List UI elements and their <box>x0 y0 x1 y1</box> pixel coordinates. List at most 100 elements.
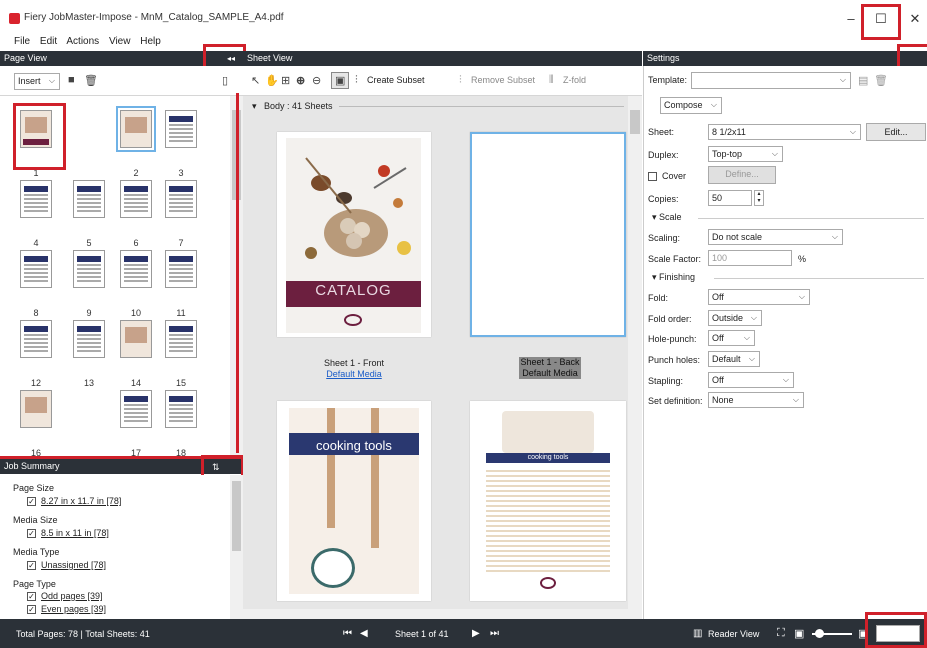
display-mode-icon[interactable]: ▣ <box>331 72 350 89</box>
fold-order-dropdown[interactable]: Outside ⌵ <box>708 310 762 326</box>
sheet-back-media[interactable]: Default Media <box>519 368 581 379</box>
summary-value[interactable]: Odd pages [39] <box>41 591 103 601</box>
set-definition-dropdown[interactable]: None ⌵ <box>708 392 804 408</box>
page-thumbnail[interactable] <box>165 250 197 288</box>
hole-punch-dropdown[interactable]: Off ⌵ <box>708 330 755 346</box>
page-thumbnail[interactable] <box>20 180 52 218</box>
remove-subset-icon[interactable]: ⫶ <box>459 74 462 87</box>
edit-button[interactable]: Edit... <box>866 123 926 141</box>
pointer-icon[interactable]: ↖ <box>251 74 260 87</box>
page-thumbnail[interactable] <box>73 250 105 288</box>
fit-page-icon[interactable]: ⛶ <box>777 627 785 640</box>
copies-stepper[interactable]: ▴ ▾ <box>754 190 764 206</box>
compose-dropdown[interactable]: Compose ⌵ <box>660 97 722 114</box>
body-expand-icon[interactable]: ▾ <box>252 101 257 112</box>
summary-row[interactable]: ✓ 8.27 in x 11.7 in [78] <box>27 496 121 507</box>
zfold-button[interactable]: Z-fold <box>563 75 586 85</box>
page-thumbnail[interactable] <box>165 390 197 428</box>
scale-section[interactable]: ▾ Scale <box>652 212 927 224</box>
page-thumbnail[interactable] <box>116 106 156 152</box>
minimize-button[interactable]: – <box>838 6 864 32</box>
reader-view-icon[interactable]: ▥ <box>693 628 702 639</box>
sheet-2-front[interactable]: cooking tools <box>277 401 431 601</box>
trash-icon[interactable]: 🗑 <box>874 74 888 87</box>
stapling-dropdown[interactable]: Off ⌵ <box>708 372 794 388</box>
page-thumbnail[interactable] <box>73 320 105 358</box>
sheet-2-back[interactable]: cooking tools <box>470 401 626 601</box>
duplex-dropdown[interactable]: Top-top ⌵ <box>708 146 783 162</box>
sheet-scrollbar[interactable] <box>628 96 642 609</box>
create-subset-icon[interactable]: ⫶ <box>355 74 358 87</box>
zoom-in-icon[interactable]: ⊕ <box>296 74 305 87</box>
sheet-front-media-link[interactable]: Default Media <box>277 369 431 379</box>
summary-scrollbar[interactable] <box>230 475 243 619</box>
page-thumbnail[interactable] <box>20 250 52 288</box>
summary-value[interactable]: 8.27 in x 11.7 in [78] <box>41 496 121 506</box>
page-thumbnail[interactable] <box>73 180 105 218</box>
page-thumbnail[interactable] <box>120 390 152 428</box>
thumbnails-scrollbar[interactable] <box>230 96 243 458</box>
menu-help[interactable]: Help <box>140 36 161 47</box>
zoom-in-icon[interactable]: ▣ <box>858 627 868 640</box>
finishing-section[interactable]: ▾ Finishing <box>652 272 927 284</box>
menu-edit[interactable]: Edit <box>40 36 57 47</box>
hand-icon[interactable]: ✋ <box>265 74 279 87</box>
insert-dropdown[interactable]: Insert ⌵ <box>14 73 60 90</box>
checkbox-icon[interactable] <box>648 172 657 182</box>
fold-dropdown[interactable]: Off ⌵ <box>708 289 810 305</box>
page-thumbnail[interactable] <box>165 320 197 358</box>
bookmark-icon[interactable]: ■ <box>68 74 75 86</box>
next-sheet-icon[interactable]: ▶ <box>472 628 480 639</box>
summary-value[interactable]: 8.5 in x 11 in [78] <box>41 528 109 538</box>
close-button[interactable]: ✕ <box>902 6 927 32</box>
summary-options-icon[interactable]: ⇅ <box>212 462 220 473</box>
page-thumbnail[interactable] <box>20 110 52 148</box>
page-thumbnail[interactable] <box>120 180 152 218</box>
page-thumbnail[interactable] <box>73 110 105 148</box>
page-thumbnail[interactable] <box>20 320 52 358</box>
zoom-out-icon[interactable]: ▣ <box>794 627 804 640</box>
define-button[interactable]: Define... <box>708 166 776 184</box>
summary-value[interactable]: Even pages [39] <box>41 604 106 614</box>
summary-row[interactable]: ✓ Odd pages [39] <box>27 591 103 602</box>
cover-checkbox[interactable]: Cover <box>648 171 686 182</box>
create-subset-button[interactable]: Create Subset <box>367 75 425 85</box>
summary-row[interactable]: ✓ Unassigned [78] <box>27 560 106 571</box>
page-tool-icon[interactable]: ⊞ <box>281 74 290 87</box>
scroll-thumb[interactable] <box>232 481 241 551</box>
save-icon[interactable]: ▤ <box>858 74 868 87</box>
page-thumbnail[interactable] <box>165 110 197 148</box>
sheet-front[interactable]: CATALOG <box>277 132 431 337</box>
summary-row[interactable]: ✓ 8.5 in x 11 in [78] <box>27 528 109 539</box>
zoom-dropdown[interactable]: 25% ⌵ <box>876 625 920 642</box>
summary-value[interactable]: Unassigned [78] <box>41 560 106 570</box>
summary-row[interactable]: ✓ Even pages [39] <box>27 604 106 615</box>
page-thumbnail[interactable] <box>20 390 52 428</box>
copies-input[interactable]: 50 <box>708 190 752 206</box>
menu-file[interactable]: File <box>14 36 30 47</box>
punch-holes-dropdown[interactable]: Default ⌵ <box>708 351 760 367</box>
page-thumbnail[interactable] <box>73 390 105 428</box>
page-thumbnail[interactable] <box>165 180 197 218</box>
reader-view-button[interactable]: Reader View <box>708 629 759 639</box>
scroll-thumb[interactable] <box>630 110 640 134</box>
sheet-hscrollbar[interactable] <box>243 609 642 619</box>
first-sheet-icon[interactable]: ⏮ <box>343 628 352 639</box>
maximize-button[interactable]: ☐ <box>868 6 894 32</box>
scaling-dropdown[interactable]: Do not scale ⌵ <box>708 229 843 245</box>
trash-icon[interactable]: 🗑 <box>84 74 98 87</box>
menu-actions[interactable]: Actions <box>66 36 99 47</box>
prev-sheet-icon[interactable]: ◀ <box>360 628 368 639</box>
scale-factor-input[interactable]: 100 <box>708 250 792 266</box>
scroll-thumb[interactable] <box>232 110 241 200</box>
last-sheet-icon[interactable]: ⏭ <box>490 628 499 639</box>
zoom-slider-handle[interactable] <box>815 629 824 638</box>
page-layout-icon[interactable]: ▯ <box>222 74 228 87</box>
collapse-icon[interactable]: ◂◂ <box>227 51 235 66</box>
zfold-icon[interactable]: ⫴ <box>549 74 554 87</box>
template-dropdown[interactable]: ⌵ <box>691 72 851 89</box>
page-thumbnail[interactable] <box>120 250 152 288</box>
menu-view[interactable]: View <box>109 36 131 47</box>
zoom-out-icon[interactable]: ⊖ <box>312 74 321 87</box>
sheet-back[interactable] <box>470 132 626 337</box>
